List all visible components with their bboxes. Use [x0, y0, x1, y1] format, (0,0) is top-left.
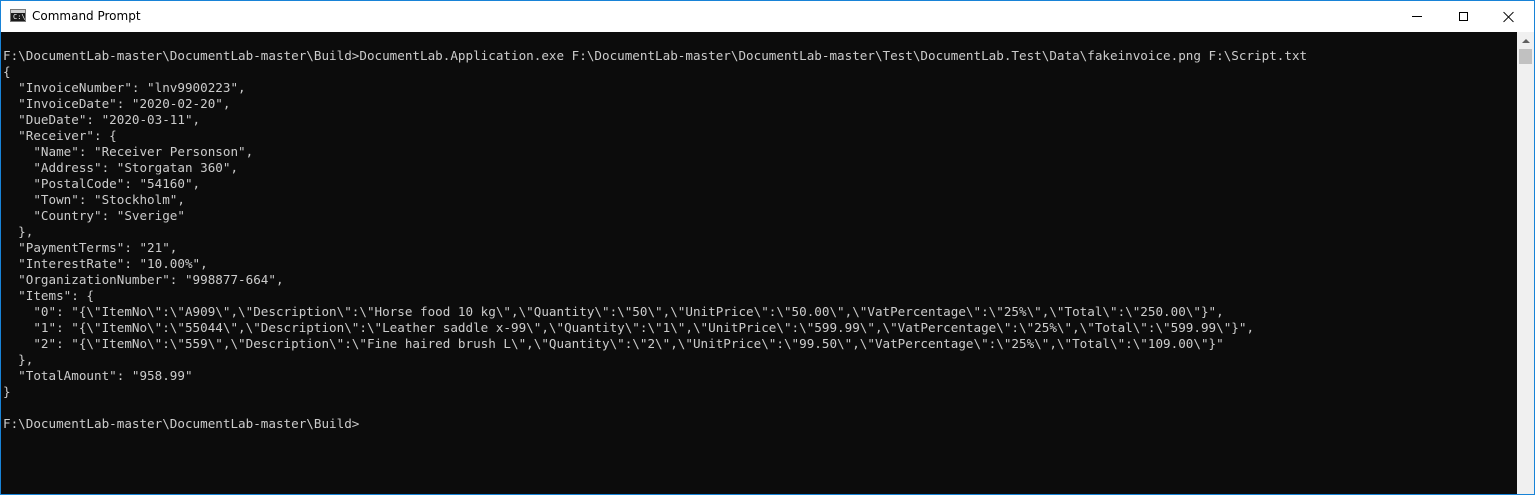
- maximize-button[interactable]: [1440, 1, 1486, 32]
- minimize-icon: [1412, 16, 1422, 17]
- console-line: "Items": {: [3, 288, 94, 303]
- console-line: "TotalAmount": "958.99": [3, 368, 193, 383]
- console-text: F:\DocumentLab-master\DocumentLab-master…: [3, 48, 1307, 432]
- console-prompt-line: F:\DocumentLab-master\DocumentLab-master…: [3, 416, 360, 431]
- console-line: "0": "{\"ItemNo\":\"A909\",\"Description…: [3, 304, 1224, 319]
- console-line: "InterestRate": "10.00%",: [3, 256, 208, 271]
- minimize-button[interactable]: [1394, 1, 1440, 32]
- console-line: },: [3, 352, 34, 367]
- console-line: {: [3, 64, 11, 79]
- console-line: },: [3, 224, 34, 239]
- title-bar[interactable]: C:\_ Command Prompt: [1, 1, 1534, 32]
- console-line: "1": "{\"ItemNo\":\"55044\",\"Descriptio…: [3, 320, 1255, 335]
- command-prompt-window: C:\_ Command Prompt F:\DocumentLab-maste…: [0, 0, 1535, 495]
- console-line: "Receiver": {: [3, 128, 117, 143]
- maximize-icon: [1458, 12, 1468, 21]
- console-icon[interactable]: C:\_: [10, 9, 30, 22]
- console-line: "InvoiceDate": "2020-02-20",: [3, 96, 231, 111]
- console-line: "InvoiceNumber": "lnv9900223",: [3, 80, 246, 95]
- console-icon-label: C:\_: [13, 13, 30, 21]
- console-line: "OrganizationNumber": "998877-664",: [3, 272, 284, 287]
- chevron-up-icon: [1521, 38, 1530, 43]
- console-line: "Town": "Stockholm",: [3, 192, 185, 207]
- vertical-scrollbar[interactable]: [1517, 32, 1534, 494]
- console-line: "2": "{\"ItemNo\":\"559\",\"Description\…: [3, 336, 1224, 351]
- window-title: Command Prompt: [32, 9, 141, 23]
- console-line: "PaymentTerms": "21",: [3, 240, 178, 255]
- console-line: "Country": "Sverige": [3, 208, 185, 223]
- close-icon: [1503, 11, 1515, 23]
- console-line: "DueDate": "2020-03-11",: [3, 112, 201, 127]
- console-line: "PostalCode": "54160",: [3, 176, 201, 191]
- close-button[interactable]: [1486, 1, 1532, 32]
- console-line: F:\DocumentLab-master\DocumentLab-master…: [3, 48, 1308, 63]
- console-line: "Address": "Storgatan 360",: [3, 160, 239, 175]
- scroll-up-button[interactable]: [1517, 32, 1534, 49]
- console-line: }: [3, 384, 11, 399]
- console-line: "Name": "Receiver Personson",: [3, 144, 254, 159]
- console-output-area[interactable]: F:\DocumentLab-master\DocumentLab-master…: [1, 32, 1516, 494]
- scrollbar-thumb[interactable]: [1519, 49, 1532, 64]
